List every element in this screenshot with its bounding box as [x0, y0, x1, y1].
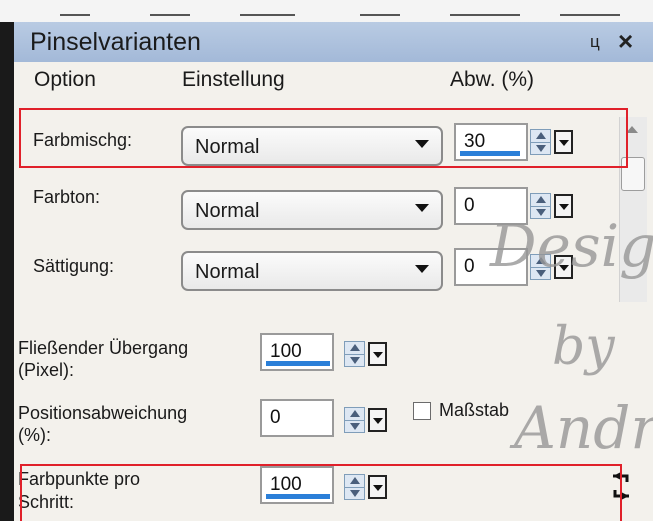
column-header-option: Option — [34, 68, 96, 91]
toolbar-fragment-icon — [360, 2, 400, 16]
watermark-design: Design — [490, 212, 653, 280]
positionsabweichung-input[interactable]: 0 — [260, 399, 334, 437]
positionsabweichung-label-unit: (%): — [18, 425, 51, 445]
fliessender-uebergang-spin-button[interactable] — [344, 341, 365, 367]
spin-up-icon — [350, 477, 360, 484]
dropdown-arrow-icon — [559, 204, 569, 210]
toolbar-fragment-icon — [450, 2, 520, 16]
positionsabweichung-value: 0 — [270, 407, 281, 428]
farbpunkte-slider-dropdown[interactable] — [368, 475, 387, 499]
farbpunkte-label-unit: Schritt: — [18, 492, 75, 512]
highlight-box-farbmischg — [19, 108, 628, 168]
fliessender-uebergang-label: Fließender Übergang — [18, 338, 189, 358]
positionsabweichung-spin-button[interactable] — [344, 407, 365, 433]
spin-up-icon — [350, 344, 360, 351]
toolbar-fragment — [0, 0, 653, 22]
spin-down-icon — [350, 357, 360, 364]
pin-icon[interactable]: ц — [590, 32, 600, 52]
fliessender-uebergang-input[interactable]: 100 — [260, 333, 334, 371]
window-edge — [0, 22, 14, 521]
chevron-down-icon — [415, 204, 429, 212]
farbton-dropdown-value: Normal — [195, 200, 260, 222]
farbpunkte-label: Farbpunkte pro — [18, 469, 141, 489]
row-label-saettigung: Sättigung: — [33, 256, 115, 276]
highlight-line-farbpunkte-right — [620, 464, 622, 521]
dropdown-arrow-icon — [373, 352, 383, 358]
spin-down-icon — [350, 423, 360, 430]
divider — [345, 487, 364, 488]
fliessender-uebergang-label-unit: (Pixel): — [18, 360, 75, 380]
spin-up-icon — [350, 410, 360, 417]
saettigung-deviation-value: 0 — [464, 256, 475, 277]
farbpunkte-value: 100 — [270, 474, 302, 495]
farbton-deviation-value: 0 — [464, 195, 475, 216]
massstab-label[interactable]: Maßstab — [439, 400, 509, 421]
toolbar-fragment-icon — [60, 2, 90, 16]
watermark-andrea: Andrea — [514, 394, 653, 462]
positionsabweichung-slider-dropdown[interactable] — [368, 408, 387, 432]
highlight-line-farbpunkte-top — [20, 464, 622, 466]
divider — [531, 206, 550, 207]
row-label-farbton: Farbton: — [33, 187, 101, 207]
watermark-by: by — [552, 317, 615, 377]
divider — [345, 354, 364, 355]
farbpunkte-spin-button[interactable] — [344, 474, 365, 500]
highlight-line-farbpunkte-left — [20, 464, 22, 521]
farbpunkte-input[interactable]: 100 — [260, 466, 334, 504]
value-bar — [266, 361, 330, 366]
dropdown-arrow-icon — [373, 418, 383, 424]
toolbar-fragment-icon — [240, 2, 295, 16]
saettigung-dropdown[interactable]: Normal — [181, 251, 443, 291]
positionsabweichung-label: Positionsabweichung — [18, 403, 188, 423]
spin-down-icon — [350, 490, 360, 497]
farbton-dropdown[interactable]: Normal — [181, 190, 443, 230]
divider — [345, 420, 364, 421]
close-icon[interactable]: × — [618, 26, 633, 57]
column-header-abw: Abw. (%) — [450, 68, 535, 91]
toolbar-fragment-icon — [150, 2, 190, 16]
saettigung-dropdown-value: Normal — [195, 261, 260, 283]
toolbar-fragment-icon — [560, 2, 620, 16]
dropdown-arrow-icon — [373, 485, 383, 491]
massstab-checkbox[interactable] — [413, 402, 431, 420]
spin-up-icon — [536, 196, 546, 203]
chevron-down-icon — [415, 265, 429, 273]
column-header-einstellung: Einstellung — [182, 68, 285, 91]
value-bar — [266, 494, 330, 499]
brush-variance-panel: Pinselvarianten ц × Option Einstellung A… — [14, 22, 653, 521]
panel-title-bar[interactable]: Pinselvarianten ц × — [14, 22, 653, 62]
fliessender-uebergang-value: 100 — [270, 341, 302, 362]
fliessender-uebergang-slider-dropdown[interactable] — [368, 342, 387, 366]
panel-title: Pinselvarianten — [30, 28, 201, 56]
